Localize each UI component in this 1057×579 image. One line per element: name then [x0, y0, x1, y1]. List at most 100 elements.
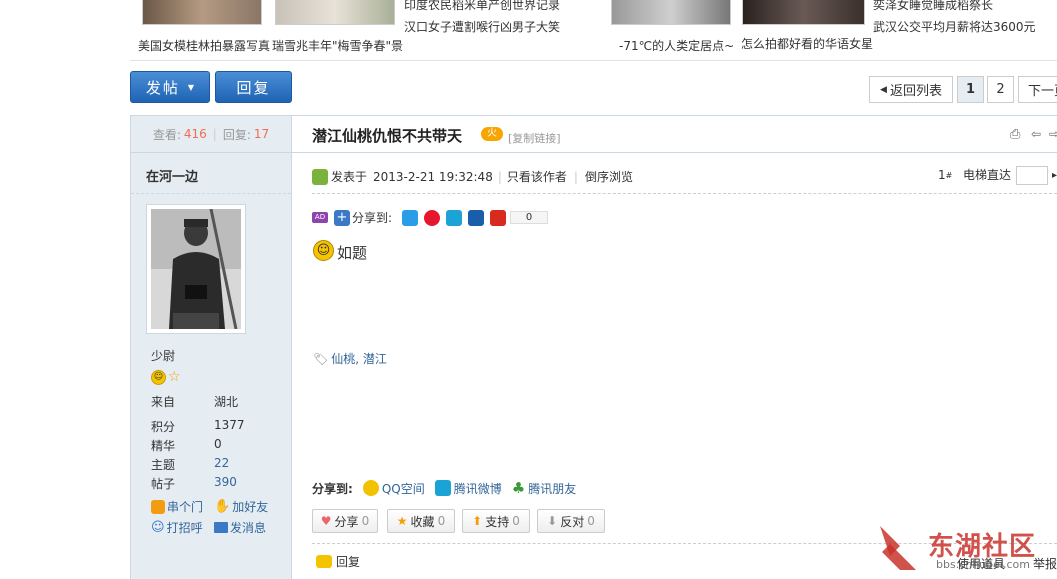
related-caption[interactable]: -71℃的人类定居点~ [619, 37, 734, 54]
back-to-list-button[interactable]: ◀ 返回列表 [869, 76, 953, 103]
favorite-button[interactable]: ★ 收藏 0 [387, 509, 455, 533]
page-1-button[interactable]: 1 [957, 76, 984, 103]
add-friend-link[interactable]: ✋ 加好友 [214, 498, 268, 515]
thread-stats: 查看: 416 | 回复: 17 [131, 115, 291, 153]
post-datetime: 2013-2-21 19:32:48 [373, 169, 493, 184]
new-post-button[interactable]: 发帖 ▼ [130, 71, 210, 103]
post-content: ☺ 如题 [313, 238, 367, 263]
points-label: 积分 [151, 420, 176, 434]
reply-button[interactable]: 回复 [215, 71, 292, 103]
ad-icon: AD [312, 212, 328, 223]
thumbnail-4[interactable] [742, 0, 865, 25]
kaixin-icon[interactable] [490, 209, 507, 226]
views-count: 416 [183, 127, 207, 141]
share-bottom-bar: 分享到: QQ空间 腾讯微博 ♣ 腾讯朋友 [312, 479, 576, 497]
smiley-icon: ☺ [151, 370, 166, 385]
greet-label: 打招呼 [166, 521, 203, 535]
post-body-text: 如题 [337, 244, 368, 262]
print-icon[interactable]: ⎙ [1010, 127, 1020, 142]
qzone-star-icon [362, 480, 379, 496]
post-meta: 发表于 2013-2-21 19:32:48 | 只看该作者 | 倒序浏览 [312, 168, 633, 185]
posts-label: 帖子 [151, 477, 176, 491]
next-page-label: 下一页 [1028, 84, 1057, 99]
share-to-label: 分享到: [352, 211, 393, 225]
envelope-icon [214, 522, 228, 533]
page-1-label: 1 [965, 82, 976, 97]
essence-label: 精华 [151, 439, 176, 453]
oppose-button[interactable]: ⬇ 反对 0 [537, 509, 605, 533]
share-button[interactable]: ♥ 分享 0 [312, 509, 378, 533]
stats-separator: | [212, 127, 217, 141]
floor-number: 1 # [938, 168, 952, 182]
reply-label: 回复 [236, 78, 271, 97]
related-caption[interactable]: 武汉公交平均月薪将达3600元 [873, 18, 1036, 35]
use-tools-link[interactable]: 使用道具 [957, 555, 1005, 572]
thumbnail-1[interactable] [142, 0, 262, 25]
new-post-label: 发帖 [145, 78, 180, 97]
author-rank: 少尉 [151, 349, 176, 363]
topics-value[interactable]: 22 [214, 456, 229, 470]
support-button[interactable]: ⬆ 支持 0 [462, 509, 530, 533]
oppose-button-count: 0 [587, 514, 595, 528]
next-thread-icon[interactable]: ⇨ [1049, 127, 1057, 141]
qzone-icon[interactable] [402, 209, 419, 226]
points-value: 1377 [214, 418, 245, 432]
online-icon [312, 168, 328, 185]
related-caption[interactable]: 奕泽女睡觉睡成稻祭长 [873, 0, 993, 13]
tencent-weibo-icon[interactable] [446, 209, 463, 226]
related-caption[interactable]: 怎么拍都好看的华语女星 [741, 35, 873, 52]
tags-links[interactable]: 仙桃, 潜江 [331, 350, 387, 367]
prev-thread-icon[interactable]: ⇦ [1031, 127, 1041, 141]
report-link[interactable]: 举报 [1033, 555, 1057, 572]
share-count-badge: 0 [510, 211, 549, 224]
copy-link[interactable]: [复制链接] [508, 130, 561, 146]
author-name[interactable]: 在河一边 [146, 166, 198, 185]
watermark-mark-icon [880, 526, 916, 570]
reverse-order-link[interactable]: 倒序浏览 [585, 168, 633, 185]
only-author-link[interactable]: 只看该作者 [507, 168, 567, 185]
clover-icon: ♣ [511, 479, 526, 497]
reply-link[interactable]: 回复 [316, 553, 360, 570]
share-tfriends-link[interactable]: 腾讯朋友 [528, 480, 576, 497]
next-page-button[interactable]: 下一页 [1018, 76, 1057, 103]
greet-link[interactable]: ☺ 打招呼 [151, 519, 203, 536]
posts-value[interactable]: 390 [214, 475, 237, 489]
posted-on-label: 发表于 [331, 170, 368, 184]
related-caption[interactable]: 汉口女子遭割喉行凶男子大笑 [404, 18, 560, 35]
jump-go-icon[interactable]: ▸ [1052, 170, 1057, 181]
related-caption[interactable]: 美国女模桂林拍暴露写真 [138, 37, 270, 54]
thumbnail-2[interactable] [275, 0, 395, 25]
share-bottom-label: 分享到: [312, 481, 353, 496]
heart-icon: ♥ [320, 514, 332, 528]
page-2-label: 2 [996, 82, 1005, 97]
support-button-count: 0 [512, 514, 520, 528]
meta-separator: | [573, 169, 578, 184]
sina-weibo-icon[interactable] [424, 209, 441, 226]
plus-share-icon[interactable]: + [334, 209, 350, 226]
share-tweibo-link[interactable]: 腾讯微博 [454, 480, 502, 497]
renren-icon[interactable] [468, 209, 485, 226]
visit-label: 串个门 [167, 500, 204, 514]
back-to-list-label: 返回列表 [889, 84, 942, 99]
message-label: 发消息 [230, 521, 267, 535]
grin-emoticon-icon: ☺ [313, 240, 334, 261]
topics-label: 主题 [151, 458, 176, 472]
floor-value: 1 [938, 168, 946, 182]
hot-icon: 火 [481, 127, 503, 141]
message-link[interactable]: 发消息 [214, 519, 266, 536]
page-2-button[interactable]: 2 [987, 76, 1014, 103]
thumbnail-3[interactable] [611, 0, 731, 25]
related-caption[interactable]: 瑞雪兆丰年"梅雪争春"景 [272, 37, 403, 54]
related-caption[interactable]: 印度农民稻米单产创世界记录 [404, 0, 560, 13]
visit-link[interactable]: 串个门 [151, 498, 203, 515]
share-qzone-link[interactable]: QQ空间 [382, 480, 425, 497]
replies-count: 17 [253, 127, 270, 141]
meta-separator: | [497, 169, 502, 184]
user-icon: ☺ [151, 520, 165, 535]
avatar[interactable] [146, 204, 246, 334]
star-icon: ☆ [168, 369, 181, 385]
jump-floor-input[interactable] [1016, 166, 1048, 185]
home-icon [151, 499, 165, 514]
floor-sup: # [945, 170, 953, 180]
reply-link-label: 回复 [336, 555, 361, 569]
